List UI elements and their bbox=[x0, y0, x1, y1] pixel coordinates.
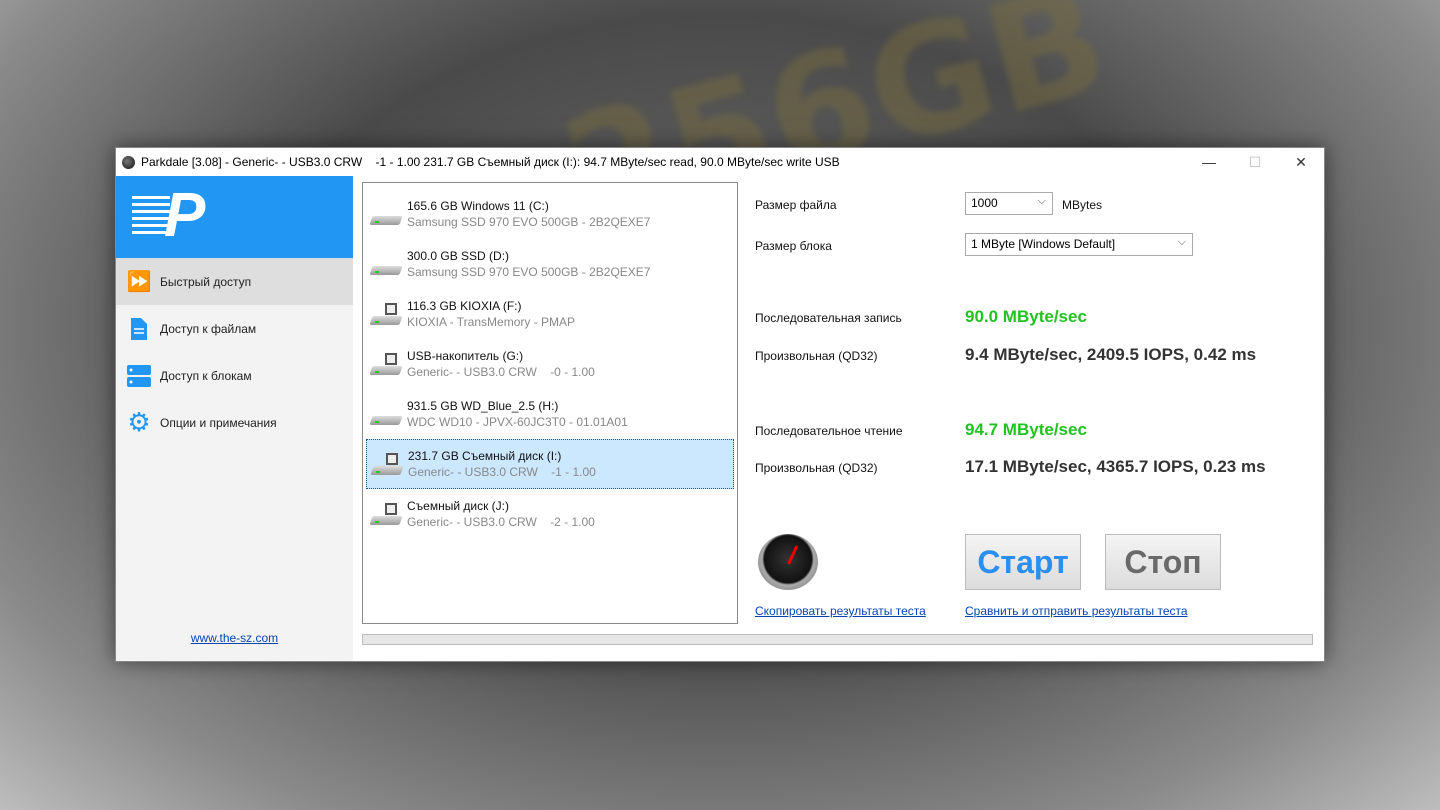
drive-item[interactable]: 931.5 GB WD_Blue_2.5 (H:) WDC WD10 - JPVX… bbox=[366, 389, 734, 439]
seq-read-value: 94.7 MByte/sec bbox=[965, 420, 1087, 439]
seq-read-label: Последовательное чтение bbox=[755, 424, 903, 438]
seq-write-label: Последовательная запись bbox=[755, 311, 902, 325]
app-window: Parkdale [3.08] - Generic- - USB3.0 CRW … bbox=[115, 147, 1325, 662]
drive-name: 231.7 GB Съемный диск (I:) bbox=[408, 449, 562, 463]
parkdale-logo: P bbox=[116, 176, 353, 258]
sidebar-item-label: Доступ к файлам bbox=[160, 321, 257, 336]
drive-name: USB-накопитель (G:) bbox=[407, 349, 524, 363]
drive-item[interactable]: 300.0 GB SSD (D:) Samsung SSD 970 EVO 500… bbox=[366, 239, 734, 289]
minimize-button[interactable]: — bbox=[1186, 154, 1232, 171]
title-bar: Parkdale [3.08] - Generic- - USB3.0 CRW … bbox=[116, 148, 1324, 176]
removable-drive-icon bbox=[369, 303, 403, 325]
progress-bar bbox=[362, 634, 1313, 645]
hard-drive-icon bbox=[369, 253, 403, 275]
sidebar-item-label: Быстрый доступ bbox=[160, 274, 252, 289]
drive-item[interactable]: Съемный диск (J:) Generic- - USB3.0 CRW -… bbox=[366, 489, 734, 539]
rand-read-value: 17.1 MByte/sec, 4365.7 IOPS, 0.23 ms bbox=[965, 457, 1266, 476]
app-icon bbox=[122, 155, 135, 169]
drive-detail: Generic- - USB3.0 CRW -2 - 1.00 bbox=[407, 515, 595, 529]
maximize-button[interactable]: ☐ bbox=[1232, 154, 1278, 171]
drive-detail: Generic- - USB3.0 CRW -1 - 1.00 bbox=[408, 465, 596, 479]
seq-write-value: 90.0 MByte/sec bbox=[965, 307, 1087, 326]
block-size-select[interactable]: 1 MByte [Windows Default] ⌵ bbox=[965, 233, 1193, 256]
drive-detail: WDC WD10 - JPVX-60JC3T0 - 01.01A01 bbox=[407, 415, 628, 429]
drive-detail: Samsung SSD 970 EVO 500GB - 2B2QEXE7 bbox=[407, 215, 651, 229]
drive-list[interactable]: 165.6 GB Windows 11 (C:) Samsung SSD 970 … bbox=[362, 182, 738, 624]
drive-name: 300.0 GB SSD (D:) bbox=[407, 249, 510, 263]
removable-drive-icon bbox=[369, 503, 403, 525]
sidebar-item-label: Доступ к блокам bbox=[160, 368, 252, 383]
drive-detail: KIOXIA - TransMemory - PMAP bbox=[407, 315, 576, 329]
sidebar-item-options[interactable]: ⚙ Опции и примечания bbox=[116, 399, 353, 446]
drive-detail: Generic- - USB3.0 CRW -0 - 1.00 bbox=[407, 365, 595, 379]
stop-button[interactable]: Стоп bbox=[1105, 534, 1221, 590]
rand-write-value: 9.4 MByte/sec, 2409.5 IOPS, 0.42 ms bbox=[965, 345, 1257, 364]
drive-item[interactable]: 231.7 GB Съемный диск (I:) Generic- - USB… bbox=[366, 439, 734, 489]
hard-drive-icon bbox=[369, 203, 403, 225]
file-size-select[interactable]: 1000 ⌵ bbox=[965, 192, 1053, 215]
drive-name: 116.3 GB KIOXIA (F:) bbox=[407, 299, 522, 313]
file-size-value: 1000 bbox=[971, 196, 998, 210]
sidebar: P ⏩ Быстрый доступ Доступ к файлам Доступ… bbox=[116, 176, 353, 661]
close-button[interactable]: ✕ bbox=[1278, 154, 1324, 171]
drive-name: 165.6 GB Windows 11 (C:) bbox=[407, 199, 549, 213]
file-icon bbox=[126, 317, 152, 341]
file-size-unit: MBytes bbox=[1062, 198, 1103, 212]
website-link[interactable]: www.the-sz.com bbox=[116, 631, 353, 645]
chevron-down-icon: ⌵ bbox=[1037, 195, 1046, 207]
file-size-label: Размер файла bbox=[755, 198, 837, 212]
hard-drive-icon bbox=[369, 403, 403, 425]
block-size-value: 1 MByte [Windows Default] bbox=[971, 237, 1116, 251]
compare-results-link[interactable]: Сравнить и отправить результаты теста bbox=[965, 604, 1188, 618]
drive-name: 931.5 GB WD_Blue_2.5 (H:) bbox=[407, 399, 559, 413]
copy-results-link[interactable]: Скопировать результаты теста bbox=[755, 604, 926, 618]
block-size-label: Размер блока bbox=[755, 239, 832, 253]
blocks-icon bbox=[126, 364, 152, 388]
drive-name: Съемный диск (J:) bbox=[407, 499, 509, 513]
rand-write-label: Произвольная (QD32) bbox=[755, 349, 878, 363]
speedometer-icon bbox=[758, 534, 818, 590]
drive-detail: Samsung SSD 970 EVO 500GB - 2B2QEXE7 bbox=[407, 265, 651, 279]
window-title: Parkdale [3.08] - Generic- - USB3.0 CRW … bbox=[141, 155, 840, 169]
chevron-down-icon: ⌵ bbox=[1177, 236, 1186, 248]
gear-icon: ⚙ bbox=[127, 407, 151, 437]
removable-drive-icon bbox=[370, 453, 404, 475]
rand-read-label: Произвольная (QD32) bbox=[755, 461, 878, 475]
sidebar-item-quick-access[interactable]: ⏩ Быстрый доступ bbox=[116, 258, 353, 305]
removable-drive-icon bbox=[369, 353, 403, 375]
start-button[interactable]: Старт bbox=[965, 534, 1081, 590]
drive-item[interactable]: 165.6 GB Windows 11 (C:) Samsung SSD 970 … bbox=[366, 189, 734, 239]
drive-item[interactable]: 116.3 GB KIOXIA (F:) KIOXIA - TransMemory… bbox=[366, 289, 734, 339]
sidebar-item-label: Опции и примечания bbox=[160, 415, 277, 430]
sidebar-item-file-access[interactable]: Доступ к файлам bbox=[116, 305, 353, 352]
drive-item[interactable]: USB-накопитель (G:) Generic- - USB3.0 CRW… bbox=[366, 339, 734, 389]
fast-forward-icon: ⏩ bbox=[126, 271, 152, 293]
sidebar-item-block-access[interactable]: Доступ к блокам bbox=[116, 352, 353, 399]
